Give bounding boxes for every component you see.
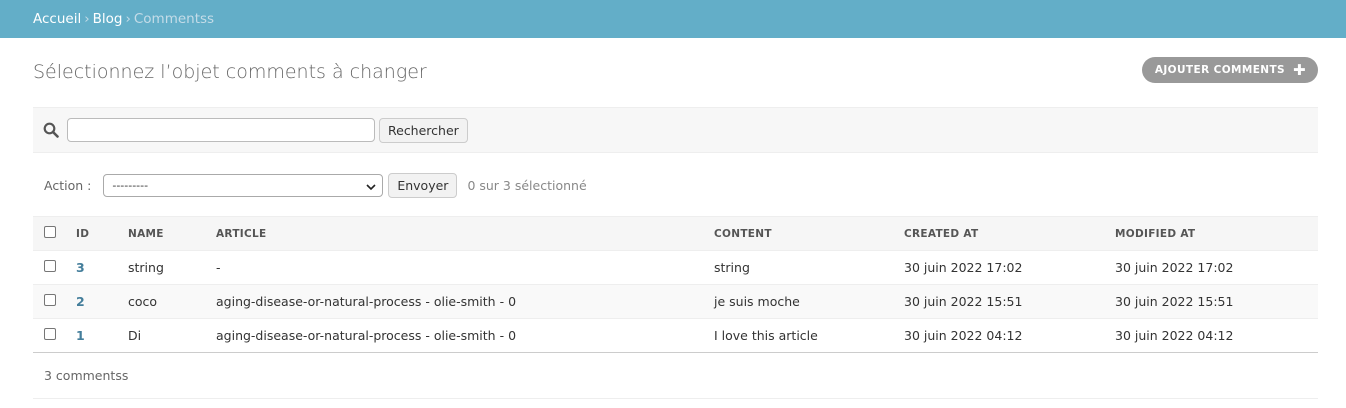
breadcrumb-app[interactable]: Blog (93, 11, 123, 27)
table-row: 1 Di aging-disease-or-natural-process - … (33, 318, 1318, 353)
column-header-name[interactable]: NAME (128, 216, 216, 251)
selection-counter: 0 sur 3 sélectionné (467, 177, 587, 193)
main-content: Sélectionnez l’objet comments à changer … (0, 38, 1346, 399)
breadcrumb-home[interactable]: Accueil (33, 11, 81, 27)
cell-id: 1 (76, 318, 128, 353)
paginator: 3 commentss (33, 353, 1318, 399)
column-header-id[interactable]: ID (76, 216, 128, 251)
cell-article: - (216, 250, 714, 285)
row-checkbox-cell (33, 284, 76, 319)
cell-modified-at: 30 juin 2022 04:12 (1115, 318, 1318, 353)
search-button[interactable]: Rechercher (379, 117, 468, 143)
breadcrumb-separator: › (125, 11, 131, 27)
search-toolbar: Rechercher (33, 107, 1318, 153)
column-header-modified-at[interactable]: MODIFIED AT (1115, 216, 1318, 251)
row-checkbox-cell (33, 250, 76, 285)
cell-id: 3 (76, 250, 128, 285)
add-comments-button[interactable]: AJOUTER COMMENTS ✚ (1141, 57, 1318, 83)
action-label: Action : (44, 177, 92, 193)
action-select[interactable]: --------- (103, 173, 384, 197)
column-header-created-at[interactable]: CREATED AT (904, 216, 1115, 251)
search-input[interactable] (67, 118, 375, 142)
column-header-article[interactable]: ARTICLE (216, 216, 714, 251)
cell-content: string (714, 250, 904, 285)
row-checkbox[interactable] (44, 328, 56, 340)
page-title: Sélectionnez l’objet comments à changer (33, 61, 427, 83)
add-button-label: AJOUTER COMMENTS (1154, 64, 1286, 76)
breadcrumb-current: Commentss (133, 11, 215, 27)
results-table: ID NAME ARTICLE CONTENT CREATED AT MODIF… (33, 216, 1318, 353)
actions-bar: Action : --------- Envoyer 0 sur 3 sélec… (33, 154, 1318, 216)
table-header-row: ID NAME ARTICLE CONTENT CREATED AT MODIF… (33, 216, 1318, 251)
cell-created-at: 30 juin 2022 15:51 (904, 284, 1115, 319)
row-checkbox[interactable] (44, 294, 56, 306)
row-id-link[interactable]: 2 (76, 294, 85, 309)
breadcrumb: Accueil › Blog › Commentss (0, 0, 1346, 38)
row-id-link[interactable]: 1 (76, 328, 85, 343)
cell-name: coco (128, 284, 216, 319)
cell-content: I love this article (714, 318, 904, 353)
select-all-checkbox[interactable] (44, 226, 56, 238)
plus-icon: ✚ (1293, 61, 1306, 79)
go-button[interactable]: Envoyer (388, 172, 458, 198)
cell-article: aging-disease-or-natural-process - olie-… (216, 284, 714, 319)
action-select-value: --------- (112, 178, 149, 192)
chevron-down-icon (366, 181, 376, 191)
search-icon (43, 122, 59, 138)
breadcrumb-separator: › (84, 11, 90, 27)
table-row: 3 string - string 30 juin 2022 17:02 30 … (33, 250, 1318, 285)
cell-article: aging-disease-or-natural-process - olie-… (216, 318, 714, 353)
cell-created-at: 30 juin 2022 04:12 (904, 318, 1115, 353)
select-all-header (33, 216, 76, 251)
cell-name: string (128, 250, 216, 285)
cell-modified-at: 30 juin 2022 17:02 (1115, 250, 1318, 285)
column-header-content[interactable]: CONTENT (714, 216, 904, 251)
cell-content: je suis moche (714, 284, 904, 319)
row-checkbox-cell (33, 318, 76, 353)
cell-id: 2 (76, 284, 128, 319)
cell-created-at: 30 juin 2022 17:02 (904, 250, 1115, 285)
row-id-link[interactable]: 3 (76, 260, 85, 275)
cell-modified-at: 30 juin 2022 15:51 (1115, 284, 1318, 319)
table-row: 2 coco aging-disease-or-natural-process … (33, 284, 1318, 319)
cell-name: Di (128, 318, 216, 353)
row-checkbox[interactable] (44, 260, 56, 272)
